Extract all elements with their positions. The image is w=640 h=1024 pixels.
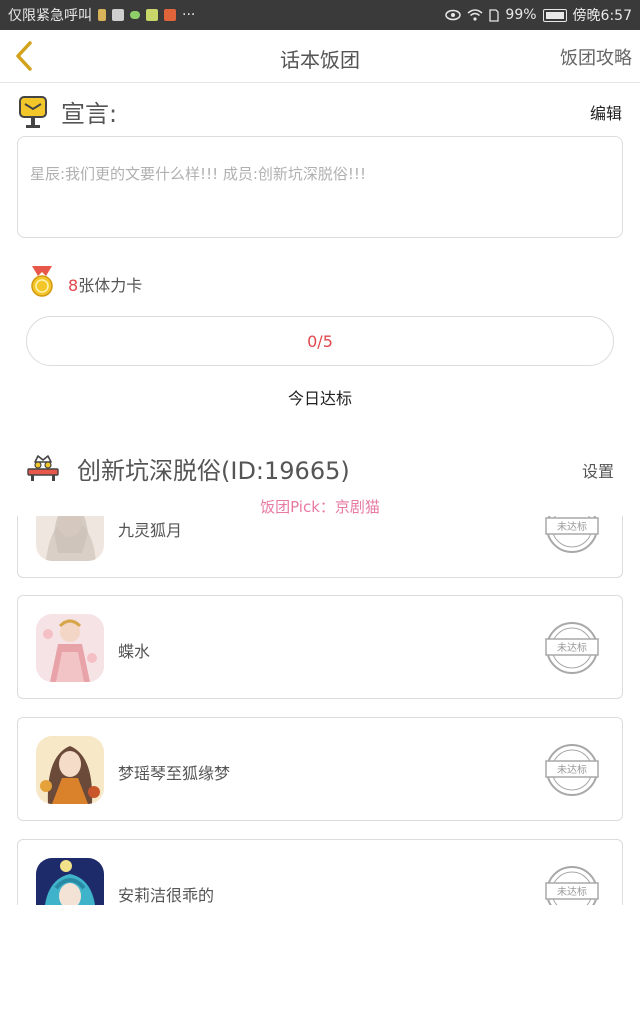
notification-icon: [98, 9, 106, 21]
member-list[interactable]: 九灵狐月 未达标 蝶水 未达标 梦瑶琴至狐缘梦 未达标 安莉洁很乖的 未达标: [0, 516, 640, 905]
nav-bar: 话本饭团 饭团攻略: [0, 30, 640, 83]
settings-button[interactable]: 设置: [582, 458, 614, 482]
battery-icon: [542, 8, 567, 22]
member-name: 九灵狐月: [118, 521, 183, 540]
member-avatar[interactable]: [36, 516, 104, 561]
status-bar: 仅限紧急呼叫 ··· 99% 傍晚6:57: [0, 0, 640, 30]
daily-progress-text: 0/5: [307, 331, 333, 351]
notification-icon: [130, 11, 140, 19]
group-name: 创新坑深脱俗(ID:19665): [77, 457, 350, 485]
stamina-number: 8: [68, 276, 79, 295]
group-pick: 饭团Pick：京剧猫: [260, 498, 380, 516]
notification-icon: [112, 9, 124, 21]
member-avatar[interactable]: [36, 736, 104, 804]
avatar-image: [36, 516, 104, 561]
notification-icon: [164, 9, 176, 21]
eye-icon: [445, 9, 462, 21]
member-name: 安莉洁很乖的: [118, 886, 215, 905]
daily-progress: 0/5: [26, 316, 614, 366]
list-item[interactable]: 蝶水 未达标: [17, 595, 623, 699]
avatar-image: [36, 858, 104, 905]
stamina-card-count: 8张体力卡: [68, 272, 142, 296]
member-name: 梦瑶琴至狐缘梦: [118, 764, 231, 783]
battery-percent: 99%: [505, 7, 537, 23]
stamp-label: 未达标: [557, 764, 587, 776]
status-stamp-icon: 未达标: [545, 866, 599, 905]
sim-icon: [489, 8, 500, 22]
more-notifications-icon: ···: [182, 7, 196, 23]
manifesto-title: 宣言:: [61, 100, 118, 128]
strategy-link[interactable]: 饭团攻略: [560, 44, 632, 70]
status-carrier-text: 仅限紧急呼叫: [8, 8, 92, 24]
edit-button[interactable]: 编辑: [590, 100, 622, 124]
stamp-label: 未达标: [557, 642, 587, 654]
member-avatar[interactable]: [36, 858, 104, 905]
status-stamp-icon: 未达标: [545, 622, 599, 674]
wifi-icon: [467, 9, 483, 21]
avatar-image: [36, 736, 104, 804]
status-stamp-icon: 未达标: [545, 744, 599, 796]
stamp-label: 未达标: [557, 886, 587, 898]
member-name: 蝶水: [118, 642, 151, 661]
manifesto-text: 星辰:我们更的文要什么样!!! 成员:创新坑深脱俗!!!: [17, 136, 623, 238]
status-left: 仅限紧急呼叫 ···: [8, 5, 195, 25]
group-crown-icon: [27, 455, 59, 481]
mailbox-icon: [19, 96, 47, 128]
list-item[interactable]: 梦瑶琴至狐缘梦 未达标: [17, 717, 623, 821]
medal-icon: [31, 266, 53, 297]
avatar-image: [36, 614, 104, 682]
notification-icon: [146, 9, 158, 21]
list-item[interactable]: 安莉洁很乖的 未达标: [17, 839, 623, 905]
status-right: 99% 傍晚6:57: [445, 5, 632, 25]
member-avatar[interactable]: [36, 614, 104, 682]
stamp-label: 未达标: [557, 521, 587, 533]
daily-goal-label: 今日达标: [287, 389, 352, 408]
status-time: 傍晚6:57: [572, 8, 632, 24]
status-stamp-icon: 未达标: [545, 516, 599, 553]
stamina-label: 张体力卡: [78, 276, 143, 295]
list-item[interactable]: 九灵狐月 未达标: [17, 516, 623, 578]
page-title: 话本饭团: [280, 48, 360, 72]
